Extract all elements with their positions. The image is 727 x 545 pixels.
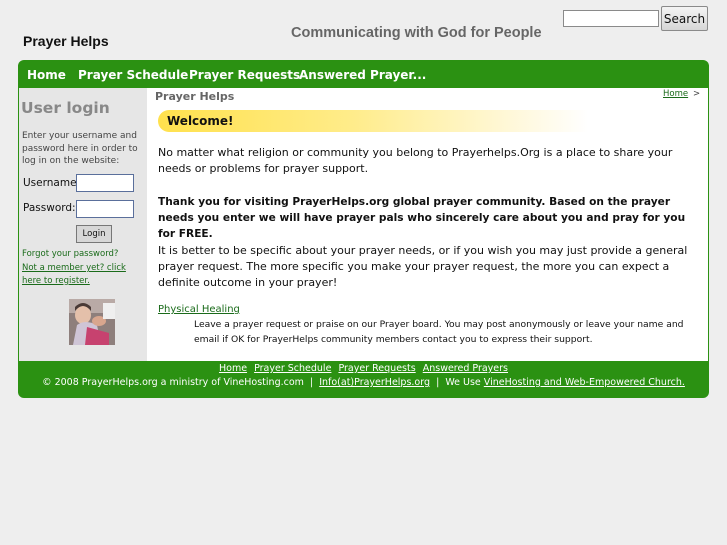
- username-input[interactable]: [76, 174, 134, 192]
- search-button[interactable]: Search: [661, 6, 708, 31]
- footer-link-answered-prayers[interactable]: Answered Prayers: [423, 363, 508, 374]
- welcome-text: Welcome!: [167, 114, 234, 128]
- content-area: User login Enter your username and passw…: [19, 88, 708, 361]
- login-help-text: Enter your username and password here in…: [22, 131, 138, 166]
- footer-link-prayer-requests[interactable]: Prayer Requests: [338, 363, 415, 374]
- register-link[interactable]: Not a member yet? click here to register…: [22, 262, 147, 288]
- nav-prayer-requests[interactable]: Prayer Requests: [189, 68, 300, 82]
- search-input[interactable]: [563, 10, 659, 27]
- breadcrumb-separator: >: [693, 89, 701, 99]
- intro-paragraph: No matter what religion or community you…: [158, 146, 673, 175]
- physical-healing-description: Leave a prayer request or praise on our …: [194, 319, 684, 345]
- username-label: Username:: [23, 177, 81, 189]
- vinehosting-link[interactable]: VineHosting and Web-Empowered Church.: [484, 377, 685, 388]
- contact-email-link[interactable]: Info(at)PrayerHelps.org: [319, 377, 430, 388]
- page-title: Prayer Helps: [155, 90, 235, 103]
- nav-answered-prayer[interactable]: Answered Prayer...: [299, 68, 426, 82]
- breadcrumb-home-link[interactable]: Home: [663, 89, 688, 99]
- footer-link-prayer-schedule[interactable]: Prayer Schedule: [254, 363, 331, 374]
- main-content: Prayer Helps Home > Welcome! No matter w…: [147, 88, 708, 361]
- welcome-banner: Welcome!: [158, 110, 588, 132]
- nav-prayer-schedule[interactable]: Prayer Schedule: [78, 68, 188, 82]
- page-container: Home Prayer Schedule Prayer Requests Ans…: [18, 60, 709, 398]
- login-button[interactable]: Login: [76, 225, 112, 243]
- copyright-text: © 2008 PrayerHelps.org a ministry of Vin…: [42, 377, 304, 388]
- we-use-text: We Use: [445, 377, 481, 388]
- footer-separator: |: [436, 377, 440, 388]
- footer: Home Prayer Schedule Prayer Requests Ans…: [18, 361, 709, 398]
- physical-healing-link[interactable]: Physical Healing: [158, 304, 240, 315]
- thank-you-paragraph: Thank you for visiting PrayerHelps.org g…: [158, 196, 686, 240]
- praying-child-photo: [69, 299, 115, 345]
- tagline: Communicating with God for People: [291, 25, 542, 41]
- footer-separator: |: [309, 377, 314, 388]
- forgot-password-link[interactable]: Forgot your password?: [22, 248, 118, 261]
- sidebar: User login Enter your username and passw…: [19, 88, 147, 361]
- password-label: Password:: [23, 202, 76, 214]
- main-nav: Home Prayer Schedule Prayer Requests Ans…: [18, 60, 709, 88]
- user-login-title: User login: [21, 99, 110, 117]
- footer-copyright: © 2008 PrayerHelps.org a ministry of Vin…: [18, 377, 709, 388]
- nav-home[interactable]: Home: [27, 68, 66, 82]
- footer-links: Home Prayer Schedule Prayer Requests Ans…: [18, 363, 709, 374]
- footer-link-home[interactable]: Home: [219, 363, 247, 374]
- site-name: Prayer Helps: [23, 33, 109, 49]
- password-input[interactable]: [76, 200, 134, 218]
- specific-needs-paragraph: It is better to be specific about your p…: [158, 244, 688, 289]
